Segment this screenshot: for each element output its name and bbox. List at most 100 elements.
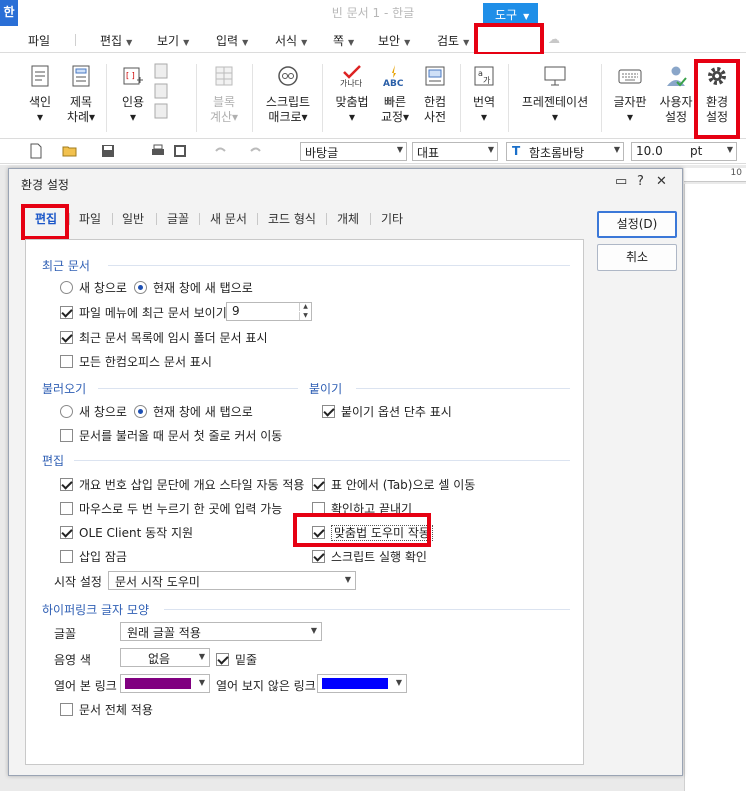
hancom-dictionary-button[interactable]: 한컴 사전 — [418, 54, 452, 125]
ribbon-label: ▾ — [551, 110, 559, 124]
translate-button[interactable]: a가 번역 ▾ — [466, 54, 502, 125]
checkbox-show-recent[interactable]: 파일 메뉴에 최근 문서 보이기 — [60, 304, 227, 321]
checkbox-underline[interactable]: 밑줄 — [216, 651, 257, 668]
block-calc-button[interactable]: 블록 계산▾ — [206, 54, 242, 125]
recent-count-spinner[interactable]: 9 ▲ ▼ — [226, 302, 312, 321]
option-label: 밑줄 — [235, 653, 258, 667]
section-divider — [108, 265, 570, 266]
menu-edit[interactable]: 편집 ▼ — [100, 32, 132, 49]
preferences-dialog: 환경 설정 ▭ ? ✕ 편집 파일 일반 글꼴 새 문서 코드 형식 개체 기타… — [8, 168, 683, 776]
checkbox-paste-options[interactable]: 붙이기 옵션 단추 표시 — [322, 403, 452, 420]
menu-review[interactable]: 검토 ▼ — [437, 32, 469, 49]
tab-separator — [257, 213, 258, 225]
visited-color-select[interactable]: ▼ — [120, 674, 210, 693]
menu-security[interactable]: 보안 ▼ — [378, 32, 410, 49]
style-combo[interactable]: 바탕글 ▼ — [300, 142, 407, 161]
checkbox-ole-client[interactable]: OLE Client 동작 지원 — [60, 524, 193, 541]
dialog-title: 환경 설정 — [21, 178, 69, 192]
presentation-button[interactable]: 프레젠테이션 ▾ — [516, 54, 594, 125]
tab-new-document[interactable]: 새 문서 — [210, 210, 247, 227]
menu-tools[interactable]: 도구 ▼ — [483, 3, 538, 24]
citation-button[interactable]: [ ] 인용 ▾ — [116, 54, 150, 125]
ribbon-separator — [252, 64, 253, 132]
index-button[interactable]: 색인 ▾ — [22, 54, 58, 125]
spin-down-icon[interactable]: ▼ — [299, 312, 311, 320]
checkbox-tab-move[interactable]: 표 안에서 (Tab)으로 셀 이동 — [312, 476, 475, 493]
undo-icon[interactable] — [212, 143, 228, 159]
chat-icon[interactable]: ▭ — [615, 174, 627, 189]
menu-insert[interactable]: 입력 ▼ — [216, 32, 248, 49]
tab-misc[interactable]: 기타 — [381, 210, 403, 227]
citation-icon: [ ] — [123, 67, 143, 85]
menu-label: 서식 — [275, 34, 298, 48]
shade-color-select[interactable]: 없음 ▼ — [120, 648, 210, 667]
svg-text:[ ]: [ ] — [126, 71, 135, 80]
print-icon[interactable] — [150, 143, 166, 159]
close-icon[interactable]: ✕ — [656, 174, 667, 189]
checkbox-insert-lock[interactable]: 삽입 잠금 — [60, 548, 127, 565]
unvisited-color-swatch — [322, 678, 388, 689]
chevron-down-icon: ▼ — [126, 38, 133, 47]
font-size-combo[interactable]: 10.0 pt ▼ — [631, 142, 737, 161]
checkbox-script-confirm[interactable]: 스크립트 실행 확인 — [312, 548, 427, 565]
save-icon[interactable] — [100, 143, 116, 159]
checkbox-show-all[interactable]: 모든 한컴오피스 문서 표시 — [60, 353, 212, 370]
quick-correct-button[interactable]: ABC 빠른 교정▾ — [376, 54, 414, 125]
chevron-down-icon: ▼ — [726, 145, 733, 154]
section-title-edit: 편집 — [42, 454, 65, 468]
tab-font[interactable]: 글꼴 — [167, 210, 189, 227]
open-folder-icon[interactable] — [62, 143, 78, 159]
toc-button[interactable]: 제목 차례▾ — [62, 54, 100, 125]
ribbon-label: 색인 — [28, 95, 52, 109]
tab-code-format[interactable]: 코드 형식 — [268, 210, 316, 227]
checkbox-move-first-line[interactable]: 문서를 불러올 때 문서 첫 줄로 커서 이동 — [60, 427, 282, 444]
radio-recent-new-window[interactable]: 새 창으로 — [60, 279, 127, 296]
unvisited-color-select[interactable]: ▼ — [317, 674, 407, 693]
checkbox-double-click[interactable]: 마우스로 두 번 누르기 한 곳에 입력 가능 — [60, 500, 282, 517]
menu-label: 편집 — [100, 34, 123, 48]
menu-page[interactable]: 쪽 ▼ — [333, 32, 354, 49]
checkbox-show-temp[interactable]: 최근 문서 목록에 임시 폴더 문서 표시 — [60, 329, 268, 346]
print-preview-icon[interactable] — [172, 143, 188, 159]
radio-load-new-window[interactable]: 새 창으로 — [60, 403, 127, 420]
ruler-number: 10 — [730, 168, 742, 178]
hyperlink-font-select[interactable]: 원래 글꼴 적용 ▼ — [120, 622, 322, 641]
ribbon-label: 교정▾ — [380, 110, 410, 124]
radio-recent-new-tab[interactable]: 현재 창에 새 탭으로 — [134, 279, 253, 296]
spellcheck-button[interactable]: 가나다 맞춤법 ▾ — [331, 54, 373, 125]
radio-load-new-tab[interactable]: 현재 창에 새 탭으로 — [134, 403, 253, 420]
new-document-icon[interactable] — [28, 143, 44, 159]
user-settings-button[interactable]: 사용자 설정 — [655, 54, 697, 125]
highlight-box-tools — [474, 23, 544, 56]
start-setting-value: 문서 시작 도우미 — [115, 575, 200, 589]
menu-format[interactable]: 서식 ▼ — [275, 32, 307, 49]
menu-view[interactable]: 보기 ▼ — [157, 32, 189, 49]
option-label: 문서를 불러올 때 문서 첫 줄로 커서 이동 — [79, 429, 283, 443]
redo-icon[interactable] — [248, 143, 264, 159]
language-combo[interactable]: 대표 ▼ — [412, 142, 498, 161]
tab-separator — [156, 213, 157, 225]
script-macro-button[interactable]: 스크립트 매크로▾ — [262, 54, 314, 125]
menu-file[interactable]: 파일 — [28, 32, 50, 49]
tab-object[interactable]: 개체 — [337, 210, 359, 227]
shade-color-value: 없음 — [147, 652, 171, 666]
font-combo[interactable]: T 함초롬바탕 ▼ — [506, 142, 624, 161]
section-title-load: 불러오기 — [42, 382, 87, 396]
ok-button[interactable]: 설정(D) — [597, 211, 677, 238]
ribbon-label: ▾ — [480, 110, 488, 124]
tab-separator — [112, 213, 113, 225]
keyboard-button[interactable]: 글자판 ▾ — [610, 54, 650, 125]
document-page[interactable] — [684, 184, 746, 791]
cancel-button[interactable]: 취소 — [597, 244, 677, 271]
ribbon-separator — [460, 64, 461, 132]
ribbon-separator — [601, 64, 602, 132]
hyperlink-font-label: 글꼴 — [54, 627, 77, 641]
spin-up-icon[interactable]: ▲ — [299, 303, 311, 311]
tab-general[interactable]: 일반 — [122, 210, 144, 227]
start-setting-select[interactable]: 문서 시작 도우미 ▼ — [108, 571, 356, 590]
checkbox-auto-style[interactable]: 개요 번호 삽입 문단에 개요 스타일 자동 적용 — [60, 476, 304, 493]
citation-extra-icons — [154, 63, 168, 119]
checkbox-apply-all[interactable]: 문서 전체 적용 — [60, 701, 153, 718]
tab-file[interactable]: 파일 — [79, 210, 101, 227]
help-icon[interactable]: ? — [637, 174, 644, 189]
